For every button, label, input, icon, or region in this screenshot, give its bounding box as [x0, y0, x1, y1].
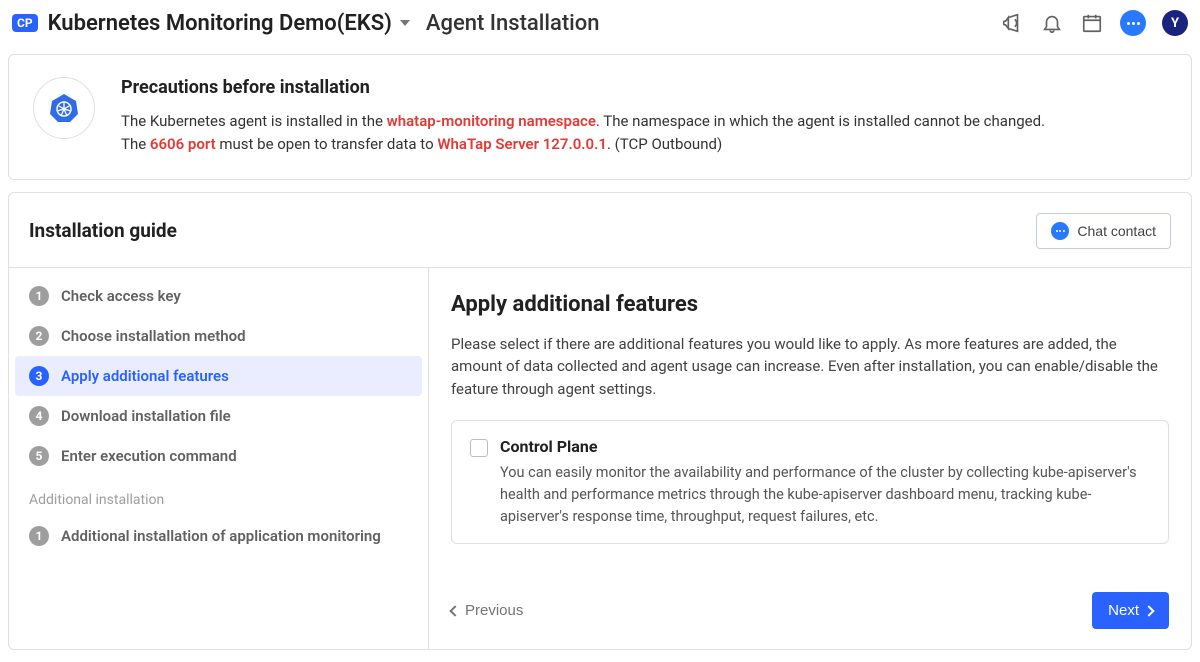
step-label: Enter execution command [61, 447, 237, 465]
chat-icon [1051, 222, 1069, 240]
project-selector[interactable]: Kubernetes Monitoring Demo(EKS) [48, 11, 410, 36]
step-label: Choose installation method [61, 327, 246, 345]
chevron-left-icon [449, 605, 460, 616]
step-label: Additional installation of application m… [61, 527, 381, 545]
chevron-right-icon [1143, 605, 1154, 616]
guide-title: Installation guide [29, 219, 177, 242]
chat-icon[interactable] [1120, 10, 1146, 36]
step-additional-app-monitoring[interactable]: 1 Additional installation of application… [9, 516, 428, 556]
step-execution-command[interactable]: 5 Enter execution command [9, 436, 428, 476]
nav-row: Previous Next [451, 592, 1169, 629]
topbar: CP Kubernetes Monitoring Demo(EKS) Agent… [0, 0, 1200, 46]
main-heading: Apply additional features [451, 292, 1169, 317]
topbar-icons: Y [1000, 10, 1188, 36]
step-download-file[interactable]: 4 Download installation file [9, 396, 428, 436]
previous-button[interactable]: Previous [451, 602, 523, 619]
cp-badge: CP [12, 14, 38, 32]
steps-sidebar: 1 Check access key 2 Choose installation… [9, 268, 429, 650]
bell-icon[interactable] [1040, 11, 1064, 35]
precaution-line1: The Kubernetes agent is installed in the… [121, 110, 1045, 133]
additional-section-label: Additional installation [9, 476, 428, 516]
calendar-icon[interactable] [1080, 11, 1104, 35]
megaphone-icon[interactable] [1000, 11, 1024, 35]
next-button[interactable]: Next [1092, 592, 1169, 629]
step-choose-method[interactable]: 2 Choose installation method [9, 316, 428, 356]
step-check-access-key[interactable]: 1 Check access key [9, 276, 428, 316]
page-title: Agent Installation [426, 11, 600, 36]
precaution-card: Precautions before installation The Kube… [8, 54, 1192, 180]
step-label: Check access key [61, 287, 181, 305]
step-apply-features[interactable]: 3 Apply additional features [15, 356, 422, 396]
feature-description: You can easily monitor the availability … [500, 462, 1150, 527]
step-label: Apply additional features [61, 367, 229, 385]
precaution-content: Precautions before installation The Kube… [121, 77, 1045, 157]
chat-contact-button[interactable]: Chat contact [1036, 213, 1171, 249]
guide-body: 1 Check access key 2 Choose installation… [9, 267, 1191, 650]
chevron-down-icon [400, 20, 410, 26]
main-panel: Apply additional features Please select … [429, 268, 1191, 650]
control-plane-checkbox[interactable] [470, 439, 488, 457]
feature-title: Control Plane [500, 437, 1150, 456]
main-description: Please select if there are additional fe… [451, 333, 1169, 401]
guide-header: Installation guide Chat contact [9, 213, 1191, 267]
feature-control-plane: Control Plane You can easily monitor the… [451, 420, 1169, 544]
precaution-title: Precautions before installation [121, 77, 1045, 98]
guide-card: Installation guide Chat contact 1 Check … [8, 192, 1192, 651]
precaution-line2: The 6606 port must be open to transfer d… [121, 133, 1045, 156]
kubernetes-icon [33, 77, 95, 139]
avatar[interactable]: Y [1162, 10, 1188, 36]
project-name: Kubernetes Monitoring Demo(EKS) [48, 11, 392, 36]
step-label: Download installation file [61, 407, 231, 425]
